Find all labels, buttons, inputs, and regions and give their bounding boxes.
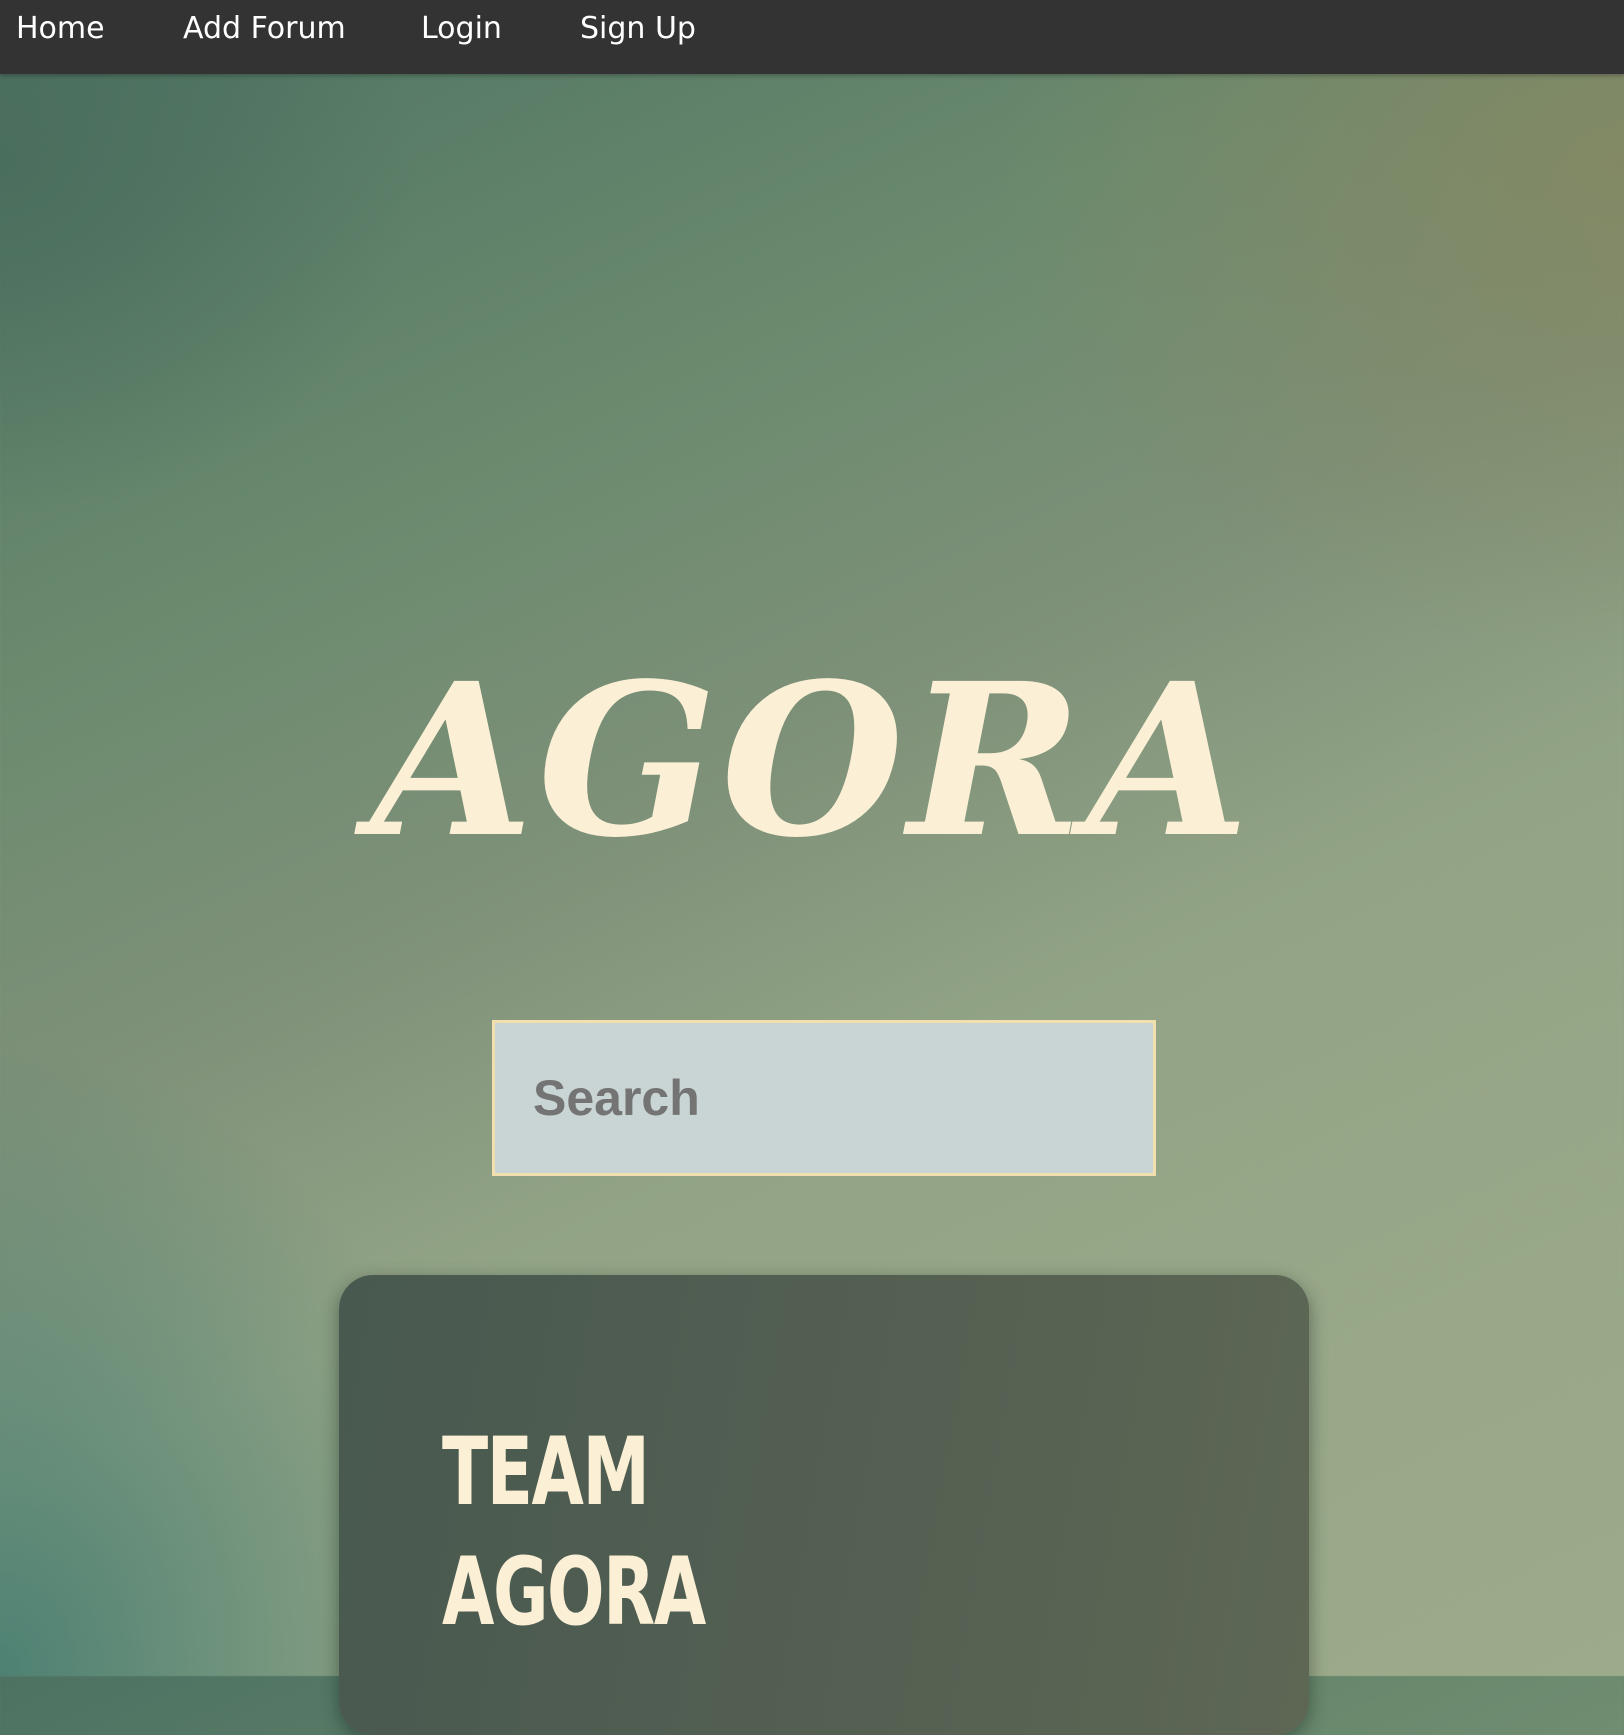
card-title-line-2: AGORA [442,1538,706,1647]
nav-login-link[interactable]: Login [421,8,502,50]
search-input[interactable] [492,1020,1156,1176]
team-card: TEAM AGORA [339,1275,1309,1735]
nav-add-forum-link[interactable]: Add Forum [183,8,346,50]
card-title-line-1: TEAM [442,1418,650,1527]
top-navbar: Home Add Forum Login Sign Up [0,0,1624,74]
nav-home-link[interactable]: Home [16,8,105,50]
nav-sign-up-link[interactable]: Sign Up [580,8,696,50]
card-title: TEAM AGORA [442,1413,706,1653]
site-logo-title: AGORA [370,636,1254,884]
